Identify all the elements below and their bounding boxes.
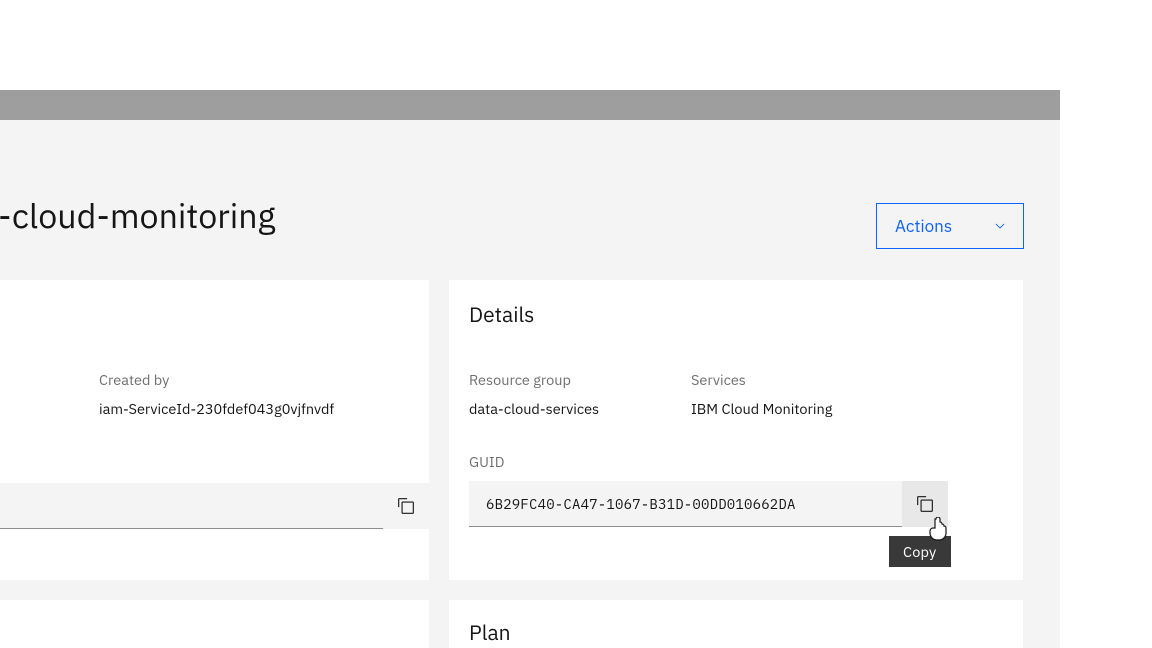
- copy-crn-button[interactable]: [383, 483, 429, 529]
- guid-label: GUID: [469, 452, 969, 471]
- details-card: Details Resource group data-cloud-servic…: [449, 280, 1023, 580]
- guid-field: 6B29FC40-CA47-1067-B31D-00DD010662DA: [469, 481, 948, 527]
- cards-container: ring Created by iam-ServiceId-230fdef043…: [0, 280, 1060, 648]
- services-block: Services IBM Cloud Monitoring: [691, 370, 971, 418]
- viewport: a-cloud-monitoring Actions ring Created …: [0, 0, 1152, 648]
- resource-group-value: data-cloud-services: [469, 399, 669, 418]
- lower-left-card: [0, 600, 429, 648]
- content-area: a-cloud-monitoring Actions ring Created …: [0, 176, 1060, 648]
- services-label: Services: [691, 370, 971, 389]
- actions-label: Actions: [895, 215, 952, 237]
- resource-group-label: Resource group: [469, 370, 669, 389]
- resource-group-block: Resource group data-cloud-services: [469, 370, 669, 418]
- created-by-value: iam-ServiceId-230fdef043g0vjfnvdf: [99, 399, 419, 418]
- services-value: IBM Cloud Monitoring: [691, 399, 971, 418]
- copy-icon: [916, 495, 934, 513]
- created-by-label: Created by: [99, 370, 419, 389]
- cursor-pointer-icon: [928, 517, 948, 541]
- summary-truncated-value: ring: [0, 370, 80, 389]
- summary-card: ring Created by iam-ServiceId-230fdef043…: [0, 280, 429, 580]
- plan-title: Plan: [449, 600, 1023, 646]
- plan-card: Plan: [449, 600, 1023, 648]
- actions-dropdown-button[interactable]: Actions: [876, 203, 1024, 249]
- guid-block: GUID 6B29FC40-CA47-1067-B31D-00DD010662D…: [469, 452, 969, 527]
- guid-value: 6B29FC40-CA47-1067-B31D-00DD010662DA: [469, 495, 796, 513]
- created-by-block: Created by iam-ServiceId-230fdef043g0vjf…: [99, 370, 419, 418]
- copy-icon: [397, 497, 415, 515]
- page-header: a-cloud-monitoring Actions: [0, 176, 1060, 280]
- summary-left-col: ring: [0, 370, 80, 389]
- crn-field: [0, 483, 429, 529]
- page-title: a-cloud-monitoring: [0, 194, 276, 238]
- details-title: Details: [449, 280, 1023, 328]
- outer-frame: a-cloud-monitoring Actions ring Created …: [0, 90, 1060, 648]
- chevron-down-icon: [993, 219, 1007, 233]
